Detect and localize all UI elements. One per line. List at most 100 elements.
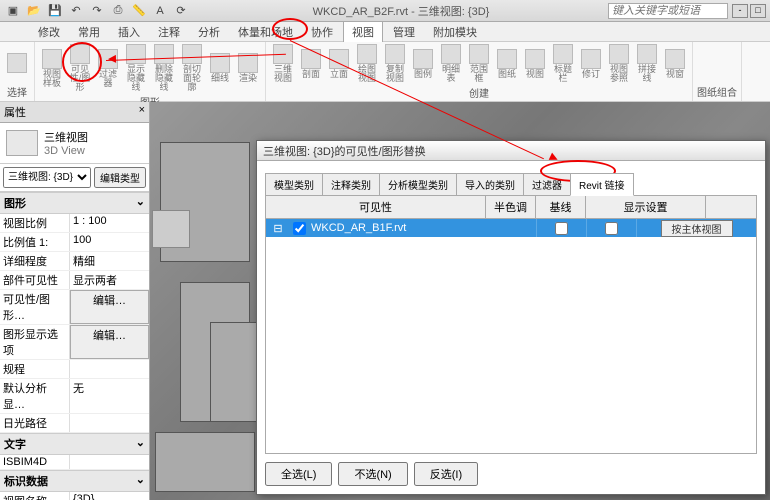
props-row[interactable]: 视图比例1 : 100 xyxy=(0,214,149,233)
ribbon-拼接线[interactable]: 拼接线 xyxy=(634,44,660,83)
ribbon-icon xyxy=(273,44,293,64)
save-icon[interactable]: 💾 xyxy=(46,2,64,20)
search-input[interactable] xyxy=(608,3,728,19)
props-row[interactable]: 默认分析显…无 xyxy=(0,379,149,414)
tab-管理[interactable]: 管理 xyxy=(385,22,423,42)
ribbon-视窗[interactable]: 视窗 xyxy=(662,49,688,79)
ribbon-范围框[interactable]: 范围框 xyxy=(466,44,492,83)
print-icon[interactable]: ⎙ xyxy=(109,2,127,20)
link-name: WKCD_AR_B1F.rvt xyxy=(309,222,536,234)
tab-常用[interactable]: 常用 xyxy=(70,22,108,42)
props-row[interactable]: ISBIM4D xyxy=(0,455,149,470)
app-button[interactable]: ▣ xyxy=(4,2,22,20)
dialog-tab-4[interactable]: 过滤器 xyxy=(523,173,571,196)
tab-协作[interactable]: 协作 xyxy=(303,22,341,42)
view-type-name: 三维视图 xyxy=(44,129,88,145)
ribbon-icon xyxy=(469,44,489,64)
sync-icon[interactable]: ⟳ xyxy=(172,2,190,20)
view-type-icon xyxy=(6,130,38,156)
halftone-cell[interactable] xyxy=(536,219,586,237)
props-row[interactable]: 部件可见性显示两者 xyxy=(0,271,149,290)
minimize-button[interactable]: - xyxy=(732,4,748,18)
tab-分析[interactable]: 分析 xyxy=(190,22,228,42)
expand-icon[interactable]: ⊟ xyxy=(266,222,290,235)
ribbon-细线[interactable]: 细线 xyxy=(207,53,233,83)
ribbon-明细表[interactable]: 明细表 xyxy=(438,44,464,83)
ribbon-图纸[interactable]: 图纸 xyxy=(494,49,520,79)
visibility-checkbox[interactable] xyxy=(293,222,306,235)
undo-icon[interactable]: ↶ xyxy=(67,2,85,20)
view-type-selector[interactable]: 三维视图 3D View xyxy=(0,123,149,164)
col-header: 可见性 xyxy=(266,196,486,218)
ribbon-tabs: 修改常用插入注释分析体量和场地协作视图管理附加模块 xyxy=(0,22,770,42)
ribbon-绘图视图[interactable]: 绘图视图 xyxy=(354,44,380,83)
open-icon[interactable]: 📂 xyxy=(25,2,43,20)
props-section-标识数据[interactable]: 标识数据⌄ xyxy=(0,470,149,492)
props-row[interactable]: 详细程度精细 xyxy=(0,252,149,271)
close-icon[interactable]: × xyxy=(139,104,145,120)
view-cube[interactable] xyxy=(152,210,190,248)
ribbon-icon xyxy=(329,49,349,69)
maximize-button[interactable]: □ xyxy=(750,4,766,18)
view-type-sub: 3D View xyxy=(44,145,88,157)
ribbon-icon xyxy=(609,44,629,64)
ribbon-icon xyxy=(7,53,27,73)
tab-附加模块[interactable]: 附加模块 xyxy=(425,22,485,42)
ribbon-icon xyxy=(238,53,258,73)
tab-插入[interactable]: 插入 xyxy=(110,22,148,42)
select-all-button[interactable]: 全选(L) xyxy=(265,462,332,486)
ribbon-group-label: 选择 xyxy=(4,82,30,99)
underlay-cell[interactable] xyxy=(586,219,636,237)
ribbon-视图[interactable]: 视图 xyxy=(522,49,548,79)
ribbon-icon xyxy=(385,44,405,64)
tab-视图[interactable]: 视图 xyxy=(343,21,383,42)
ribbon-复制视图[interactable]: 复制视图 xyxy=(382,44,408,83)
dialog-tab-0[interactable]: 模型类别 xyxy=(265,173,323,196)
ribbon-视图样板[interactable]: 视图样板 xyxy=(39,49,65,88)
props-row[interactable]: 日光路径 xyxy=(0,414,149,433)
dialog-tab-3[interactable]: 导入的类别 xyxy=(456,173,524,196)
ribbon-视图参照[interactable]: 视图参照 xyxy=(606,44,632,83)
ribbon-剖面[interactable]: 剖面 xyxy=(298,49,324,79)
text-icon[interactable]: A xyxy=(151,2,169,20)
properties-title: 属性 × xyxy=(0,102,149,123)
props-section-图形[interactable]: 图形⌄ xyxy=(0,192,149,214)
tab-注释[interactable]: 注释 xyxy=(150,22,188,42)
edit-type-button[interactable]: 编辑类型 xyxy=(94,167,146,188)
dialog-tab-2[interactable]: 分析模型类别 xyxy=(379,173,457,196)
props-row[interactable]: 视图名称{3D} xyxy=(0,492,149,500)
ribbon-修订[interactable]: 修订 xyxy=(578,49,604,79)
link-row[interactable]: ⊟ WKCD_AR_B1F.rvt 按主体视图 xyxy=(266,219,756,237)
props-row[interactable]: 规程 xyxy=(0,360,149,379)
props-row[interactable]: 图形显示选项编辑… xyxy=(0,325,149,360)
invert-selection-button[interactable]: 反选(I) xyxy=(414,462,478,486)
dialog-tab-1[interactable]: 注释类别 xyxy=(322,173,380,196)
display-settings-button[interactable]: 按主体视图 xyxy=(661,220,733,237)
dialog-title: 三维视图: {3D}的可见性/图形替换 xyxy=(257,141,765,161)
ribbon-剖切面轮廓[interactable]: 剖切面轮廓 xyxy=(179,44,205,92)
ribbon-图例[interactable]: 图例 xyxy=(410,49,436,79)
ribbon-标题栏[interactable]: 标题栏 xyxy=(550,44,576,83)
ribbon-[interactable] xyxy=(4,53,30,74)
ribbon-icon xyxy=(637,44,657,64)
ribbon-删除隐藏线[interactable]: 删除隐藏线 xyxy=(151,44,177,92)
tab-修改[interactable]: 修改 xyxy=(30,22,68,42)
dialog-tab-5[interactable]: Revit 链接 xyxy=(570,173,634,196)
ribbon-过滤器[interactable]: 过滤器 xyxy=(95,49,121,88)
ribbon-立面[interactable]: 立面 xyxy=(326,49,352,79)
ribbon-可见性/图形[interactable]: 可见性/图形 xyxy=(67,44,93,92)
select-none-button[interactable]: 不选(N) xyxy=(338,462,407,486)
ribbon-icon xyxy=(301,49,321,69)
tab-体量和场地[interactable]: 体量和场地 xyxy=(230,22,301,42)
measure-icon[interactable]: 📏 xyxy=(130,2,148,20)
ribbon-group-label: 创建 xyxy=(270,83,688,100)
props-section-文字[interactable]: 文字⌄ xyxy=(0,433,149,455)
props-row[interactable]: 比例值 1:100 xyxy=(0,233,149,252)
instance-selector[interactable]: 三维视图: {3D} xyxy=(3,167,91,188)
dialog-tabs: 模型类别注释类别分析模型类别导入的类别过滤器Revit 链接 xyxy=(265,173,757,196)
props-row[interactable]: 可见性/图形…编辑… xyxy=(0,290,149,325)
ribbon-三维视图[interactable]: 三维视图 xyxy=(270,44,296,83)
ribbon-显示隐藏线[interactable]: 显示隐藏线 xyxy=(123,44,149,92)
redo-icon[interactable]: ↷ xyxy=(88,2,106,20)
ribbon-渲染[interactable]: 渲染 xyxy=(235,53,261,83)
